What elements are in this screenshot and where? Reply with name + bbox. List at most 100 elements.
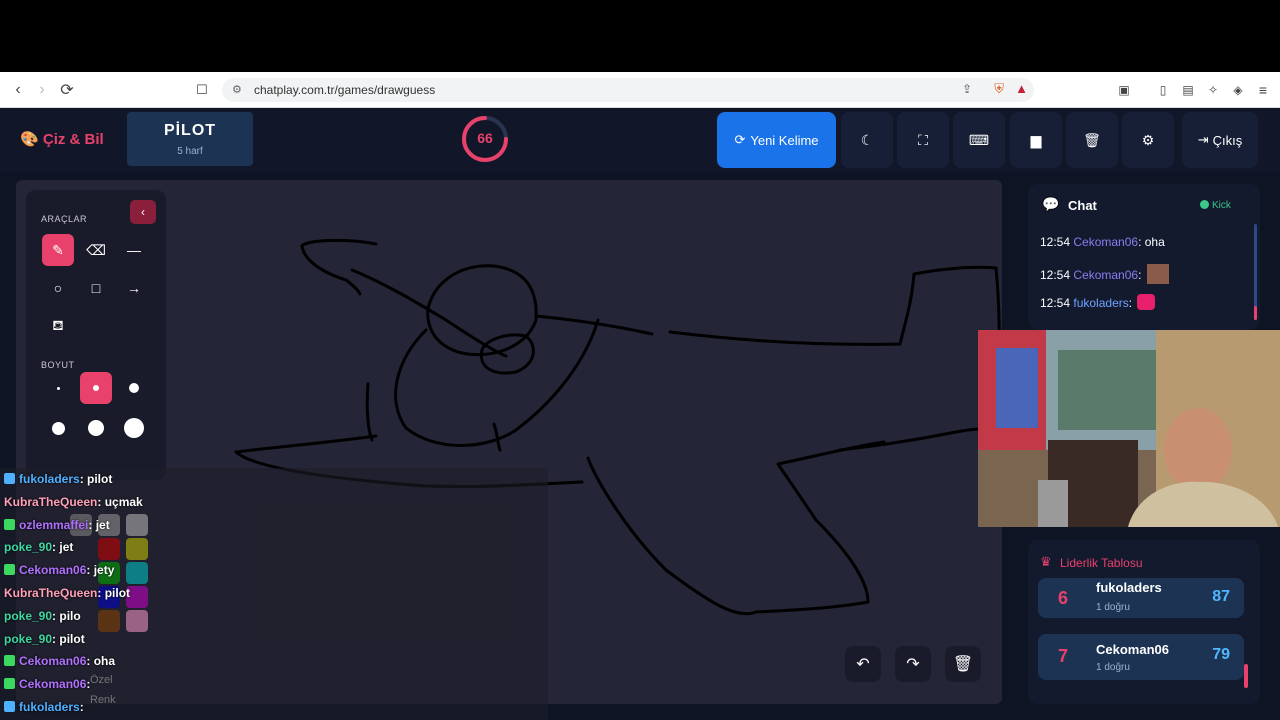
chat-title: Chat [1068, 198, 1097, 213]
clear-canvas-button[interactable]: 🗑 [945, 646, 981, 682]
color-swatch[interactable] [126, 538, 148, 560]
player-correct-count: 1 doğru [1096, 602, 1130, 613]
leaderboard-row[interactable]: 7 Cekoman06 1 doğru 79 [1038, 634, 1244, 680]
refresh-icon: ⟳ [734, 132, 746, 147]
circle-tool[interactable]: ○ [42, 272, 74, 304]
tool-panel: ARAÇLAR ‹ ✎ ⌫ — ○ □ → ⛾ BOYUT [26, 190, 166, 480]
forward-icon[interactable]: › [30, 78, 54, 102]
rewards-icon[interactable]: ▲ [1015, 81, 1028, 96]
size-dot [129, 383, 139, 393]
redo-button[interactable]: ↷ [895, 646, 931, 682]
badge-icon [4, 473, 15, 484]
player-correct-count: 1 doğru [1096, 662, 1130, 673]
new-word-button[interactable]: ⟳ Yeni Kelime [717, 112, 836, 168]
color-swatch[interactable] [126, 562, 148, 584]
extensions-icon[interactable]: ▣ [1112, 78, 1136, 102]
logout-icon: ⇥ [1197, 132, 1209, 147]
trash-icon: 🗑 [1083, 131, 1101, 148]
size-dot [124, 418, 144, 438]
back-icon[interactable]: ‹ [6, 78, 30, 102]
size-3-button[interactable] [118, 372, 150, 404]
square-icon: □ [91, 280, 101, 296]
leo-icon[interactable]: ✧ [1201, 78, 1225, 102]
size-6-button[interactable] [118, 412, 150, 444]
brand[interactable]: 🎨 Çiz & Bil [20, 130, 104, 148]
arrow-tool[interactable]: → [118, 272, 150, 304]
menu-icon[interactable]: ≡ [1251, 78, 1275, 102]
chevron-left-icon: ‹ [141, 205, 145, 219]
fullscreen-button[interactable]: ⛶ [897, 112, 949, 168]
share-icon[interactable]: ⇪ [962, 82, 972, 96]
faded-color-palette [70, 514, 150, 644]
message-user[interactable]: Cekoman06 [1073, 235, 1138, 249]
site-info-icon[interactable]: ⚙ [232, 83, 242, 96]
size-4-button[interactable] [42, 412, 74, 444]
line-tool[interactable]: — [118, 234, 150, 266]
vpn-icon[interactable]: ◈ [1226, 78, 1250, 102]
rank-number: 6 [1058, 588, 1069, 608]
brush-tool[interactable]: ✎ [42, 234, 74, 266]
moon-icon: ☾ [860, 131, 874, 148]
size-2-button[interactable] [80, 372, 112, 404]
keyboard-button[interactable]: ⌨ [953, 112, 1005, 168]
message-user[interactable]: fukoladers [1073, 296, 1128, 310]
fill-tool[interactable]: ⛾ [42, 310, 74, 342]
rank-number: 7 [1058, 646, 1069, 666]
settings-button[interactable]: ⚙ [1122, 112, 1174, 168]
archive-icon: ▆ [1030, 131, 1042, 148]
color-swatch[interactable] [98, 538, 120, 560]
webcam-image [978, 330, 1280, 527]
url-text: chatplay.com.tr/games/drawguess [254, 83, 436, 97]
leaderboard-panel: ♛ Liderlik Tablosu 6 fukoladers 1 doğru … [1028, 540, 1260, 704]
color-swatch[interactable] [98, 610, 120, 632]
overlay-chat-user: poke_90 [4, 631, 53, 646]
collapse-tools-button[interactable]: ‹ [130, 200, 156, 224]
color-swatch[interactable] [126, 514, 148, 536]
leaderboard-title: Liderlik Tablosu [1060, 556, 1143, 570]
color-swatch[interactable] [126, 610, 148, 632]
overlay-chat-user: KubraTheQueen [4, 494, 98, 509]
overlay-chat-user: KubraTheQueen [4, 586, 98, 600]
brave-shield-icon[interactable]: ⛨ [994, 81, 1004, 97]
current-word: PİLOT [163, 122, 217, 139]
exit-button[interactable]: ⇥ Çıkış [1182, 112, 1258, 168]
overlay-chat-user: Cekoman06 [19, 677, 87, 692]
leaderboard-row[interactable]: 6 fukoladers 1 doğru 87 [1038, 578, 1244, 618]
exit-label: Çıkış [1212, 132, 1243, 148]
size-1-button[interactable] [42, 372, 74, 404]
reload-icon[interactable]: ⟳ [55, 78, 79, 102]
eraser-icon: ⌫ [86, 241, 106, 258]
chat-message: 12:54 Cekoman06: [1040, 264, 1169, 284]
palette-icon: 🎨 [20, 131, 39, 148]
overlay-chat-line: Cekoman06: [4, 677, 90, 691]
address-bar[interactable]: ⚙ chatplay.com.tr/games/drawguess ⇪ ⛨ ▲ [222, 78, 1034, 102]
bookmark-icon[interactable]: ☐ [190, 78, 214, 102]
overlay-chat-user: Cekoman06 [19, 563, 87, 578]
overlay-chat-user: poke_90 [4, 540, 53, 555]
size-section-label: BOYUT [41, 360, 75, 370]
message-user[interactable]: Cekoman06 [1073, 268, 1138, 282]
overlay-chat-text: : pilo [52, 608, 81, 623]
archive-button[interactable]: ▆ [1010, 112, 1062, 168]
dark-mode-button[interactable]: ☾ [841, 112, 893, 168]
eraser-tool[interactable]: ⌫ [80, 234, 112, 266]
webcam-overlay [978, 330, 1280, 527]
chat-scroll-thumb[interactable] [1254, 306, 1257, 320]
game-header: 🎨 Çiz & Bil PİLOT 5 harf 66 ⟳ Yeni Kelim… [0, 108, 1280, 172]
line-icon: — [127, 242, 141, 258]
brand-name: Çiz & Bil [42, 131, 104, 148]
sidebar-icon[interactable]: ▯ [1151, 78, 1175, 102]
player-points: 79 [1212, 646, 1230, 663]
timer-value: 66 [477, 130, 493, 146]
size-5-button[interactable] [80, 412, 112, 444]
emote-image [1146, 264, 1169, 284]
leaderboard-scroll-thumb[interactable] [1244, 664, 1248, 688]
undo-button[interactable]: ↶ [845, 646, 881, 682]
player-name: fukoladers [1096, 580, 1162, 595]
overlay-chat-text: : [86, 677, 91, 692]
message-text: : oha [1138, 235, 1165, 249]
overlay-chat-text: : jety [86, 563, 115, 578]
delete-button[interactable]: 🗑 [1066, 112, 1118, 168]
wallet-icon[interactable]: ▤ [1176, 78, 1200, 102]
rectangle-tool[interactable]: □ [80, 272, 112, 304]
